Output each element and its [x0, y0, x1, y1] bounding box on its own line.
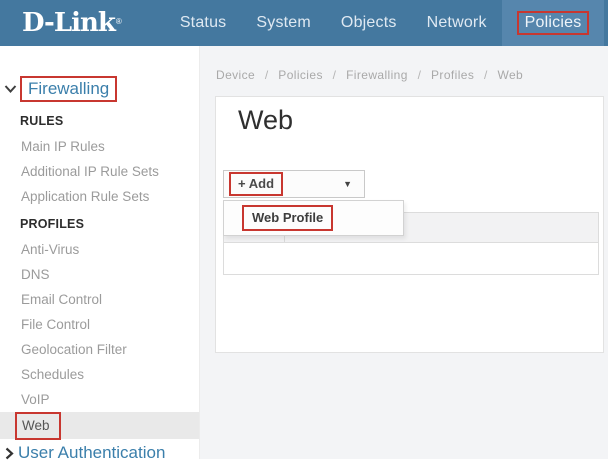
nav-item-policies[interactable]: Policies [502, 0, 605, 46]
sidebar-item-email-control[interactable]: Email Control [0, 287, 199, 312]
breadcrumb-web[interactable]: Web [497, 68, 523, 82]
breadcrumb-separator: / [418, 68, 422, 82]
top-navigation-bar: D-Link® Status System Objects Network Po… [0, 0, 608, 46]
sidebar-item-main-ip-rules[interactable]: Main IP Rules [0, 134, 199, 159]
caret-down-icon[interactable]: ▼ [343, 179, 352, 189]
sidebar-item-schedules[interactable]: Schedules [0, 362, 199, 387]
dropdown-item-web-profile[interactable]: Web Profile [224, 205, 333, 231]
sidebar-item-dns[interactable]: DNS [0, 262, 199, 287]
chevron-down-icon [4, 85, 17, 94]
nav-item-status[interactable]: Status [165, 0, 242, 46]
page-title: Web [238, 105, 293, 136]
sidebar-item-geolocation-filter[interactable]: Geolocation Filter [0, 337, 199, 362]
main-nav: Status System Objects Network Policies [165, 0, 605, 46]
breadcrumb-separator: / [484, 68, 488, 82]
registered-mark: ® [116, 17, 122, 26]
plus-icon: + [238, 176, 246, 191]
sidebar-group-user-authentication[interactable]: User Authentication [0, 443, 199, 463]
nav-item-network[interactable]: Network [412, 0, 502, 46]
sidebar-heading-profiles: PROFILES [0, 217, 199, 231]
annotation-box-policies: Policies [517, 11, 590, 35]
sidebar-group-label: User Authentication [18, 443, 165, 463]
sidebar-item-additional-ip-rule-sets[interactable]: Additional IP Rule Sets [0, 159, 199, 184]
breadcrumb-device[interactable]: Device [216, 68, 255, 82]
breadcrumb-profiles[interactable]: Profiles [431, 68, 474, 82]
sidebar-item-web[interactable]: Web [0, 412, 199, 439]
nav-item-objects[interactable]: Objects [326, 0, 412, 46]
add-button-label: Add [249, 176, 274, 191]
sidebar-group-firewalling[interactable]: Firewalling [0, 76, 199, 102]
sidebar-item-application-rule-sets[interactable]: Application Rule Sets [0, 184, 199, 209]
dlink-logo: D-Link® [22, 0, 121, 46]
breadcrumb-policies[interactable]: Policies [278, 68, 323, 82]
chevron-right-icon [5, 447, 14, 460]
annotation-box-firewalling: Firewalling [20, 76, 117, 102]
annotation-box-add: + Add [229, 172, 283, 196]
breadcrumb-firewalling[interactable]: Firewalling [346, 68, 408, 82]
dlink-logo-text: D-Link [22, 10, 115, 36]
breadcrumb-separator: / [333, 68, 337, 82]
sidebar-item-anti-virus[interactable]: Anti-Virus [0, 237, 199, 262]
nav-item-system[interactable]: System [241, 0, 326, 46]
sidebar-group-label: Firewalling [28, 79, 109, 98]
sidebar-item-voip[interactable]: VoIP [0, 387, 199, 412]
sidebar-heading-rules: RULES [0, 114, 199, 128]
profiles-table-empty-row [223, 243, 599, 275]
sidebar-item-file-control[interactable]: File Control [0, 312, 199, 337]
add-button[interactable]: + Add ▼ [223, 170, 365, 198]
annotation-box-web: Web [15, 412, 61, 440]
web-profiles-card: Web + Add ▼ Web Profile [215, 96, 604, 353]
breadcrumb-separator: / [265, 68, 269, 82]
breadcrumb: Device / Policies / Firewalling / Profil… [200, 46, 608, 82]
sidebar: Firewalling RULES Main IP Rules Addition… [0, 46, 200, 459]
add-dropdown-menu: Web Profile [223, 200, 404, 236]
annotation-box-web-profile: Web Profile [242, 205, 333, 231]
main-content: Device / Policies / Firewalling / Profil… [200, 46, 608, 459]
